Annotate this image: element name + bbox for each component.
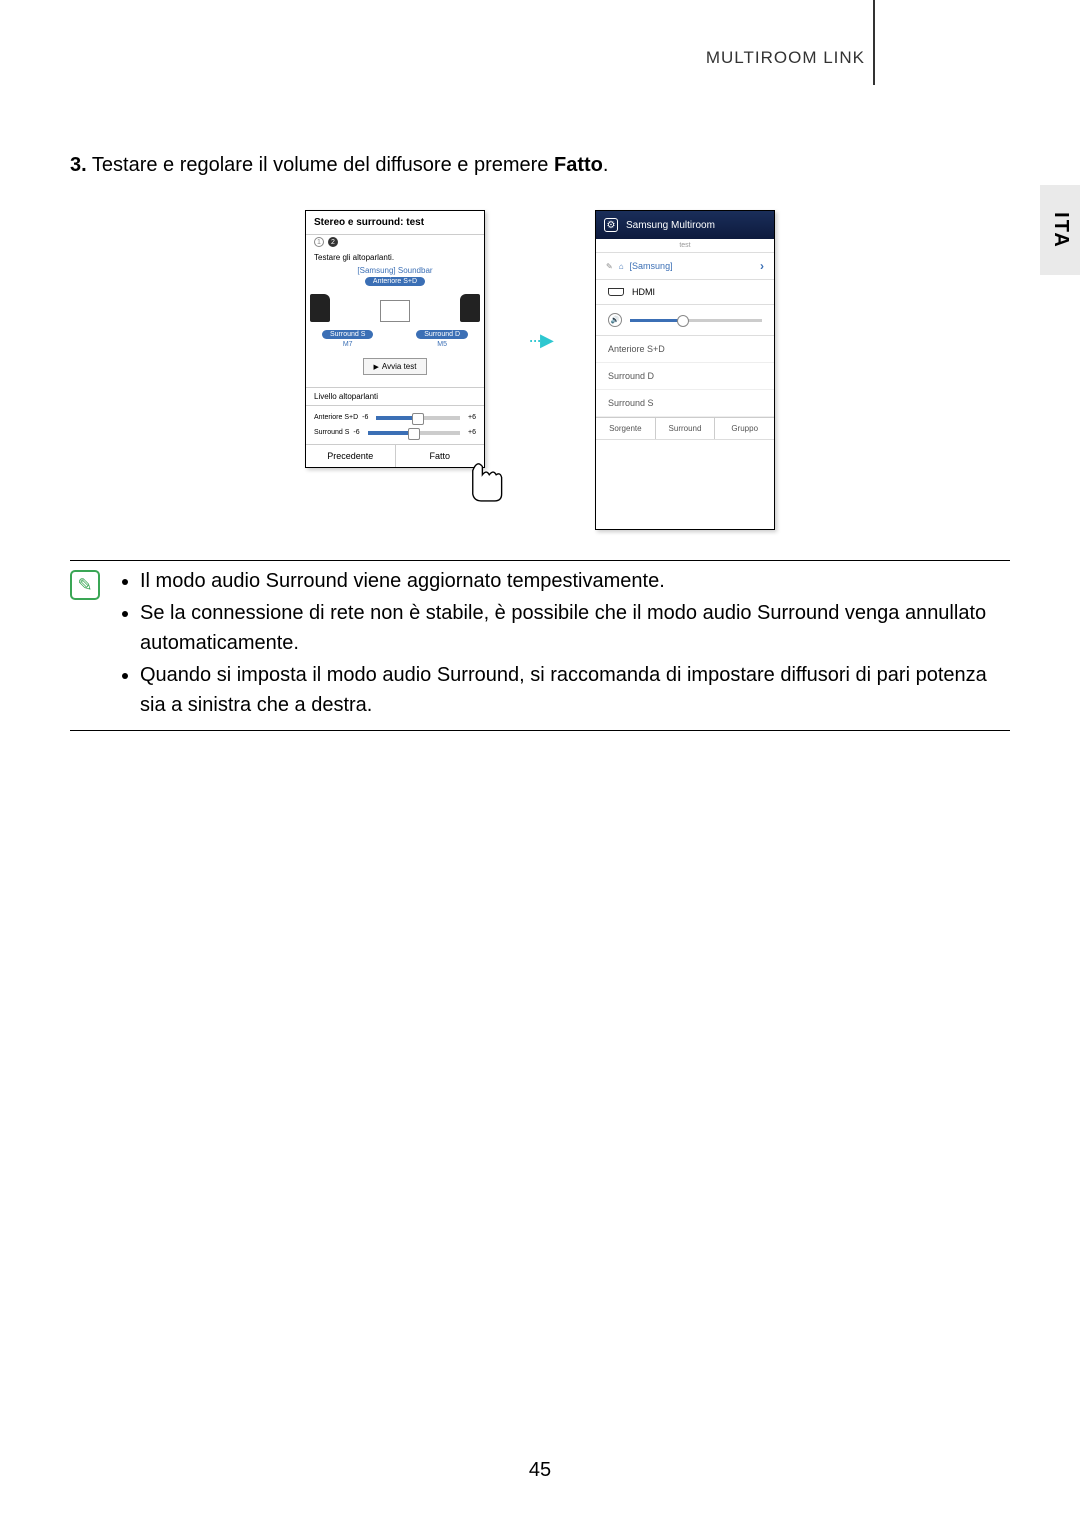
- p1-slider2-label: Surround S: [314, 429, 349, 436]
- chevron-right-icon[interactable]: ›: [760, 259, 764, 273]
- note-2: Se la connessione di rete non è stabile,…: [140, 598, 1010, 658]
- tab-sorgente[interactable]: Sorgente: [596, 418, 656, 439]
- p1-step-icons: 12: [306, 235, 484, 249]
- arrow-icon: ···▶: [525, 210, 555, 351]
- note-3: Quando si imposta il modo audio Surround…: [140, 660, 1010, 720]
- p2-group-row[interactable]: ✎ ⌂ [Samsung] ›: [596, 253, 774, 280]
- p1-level-label: Livello altoparlanti: [306, 387, 484, 405]
- volume-slider[interactable]: [630, 319, 762, 322]
- tab-surround[interactable]: Surround: [656, 418, 716, 439]
- screenshot-row: Stereo e surround: test 12 Testare gli a…: [70, 210, 1010, 530]
- p1-pill-surround-s[interactable]: Surround S: [322, 330, 373, 339]
- p1-soundbar-link[interactable]: [Samsung] Soundbar: [310, 266, 480, 275]
- speaker-left-icon: [310, 294, 330, 322]
- note-list: Il modo audio Surround viene aggiornato …: [120, 566, 1010, 722]
- volume-icon: 🔊: [608, 313, 622, 327]
- p1-slider2-min: -6: [353, 429, 359, 436]
- step-bold: Fatto: [554, 154, 603, 176]
- p2-list-1[interactable]: Surround D: [596, 363, 774, 390]
- p1-m7: M7: [320, 341, 375, 348]
- p2-volume-row[interactable]: 🔊: [596, 305, 774, 336]
- tab-gruppo[interactable]: Gruppo: [715, 418, 774, 439]
- p1-subtitle: Testare gli altoparlanti.: [306, 249, 484, 262]
- note-box: ✎ Il modo audio Surround viene aggiornat…: [70, 560, 1010, 731]
- hdmi-icon: [608, 288, 624, 296]
- note-icon: ✎: [70, 570, 100, 600]
- p2-title: Samsung Multiroom: [626, 220, 715, 231]
- note-1: Il modo audio Surround viene aggiornato …: [140, 566, 1010, 596]
- step-3: 3. Testare e regolare il volume del diff…: [70, 150, 1010, 180]
- page-number: 45: [0, 1459, 1080, 1482]
- step-text-b: .: [603, 154, 609, 176]
- language-tab: ITA: [1040, 185, 1080, 275]
- section-header: MULTIROOM LINK: [706, 48, 865, 68]
- settings-icon[interactable]: ⚙: [604, 218, 618, 232]
- edit-icon[interactable]: ✎: [606, 262, 613, 271]
- tv-icon: [380, 300, 410, 322]
- p1-slider-1[interactable]: Anteriore S+D -6 +6: [314, 410, 476, 425]
- step-number: 3.: [70, 154, 87, 176]
- header-divider: [873, 0, 875, 85]
- p2-list-2[interactable]: Surround S: [596, 390, 774, 417]
- step-text-a: Testare e regolare il volume del diffuso…: [92, 154, 554, 176]
- p1-slider2-max: +6: [468, 429, 476, 436]
- p2-hdmi-row[interactable]: HDMI: [596, 280, 774, 305]
- p2-hdmi-label: HDMI: [632, 287, 655, 297]
- p2-sub: test: [596, 239, 774, 253]
- speaker-right-icon: [460, 294, 480, 322]
- p1-pill-surround-d[interactable]: Surround D: [416, 330, 468, 339]
- p1-m5: M5: [414, 341, 470, 348]
- precedente-button[interactable]: Precedente: [306, 445, 396, 467]
- language-code: ITA: [1048, 212, 1071, 249]
- avvia-test-button[interactable]: Avvia test: [363, 358, 428, 375]
- p1-slider1-min: -6: [362, 414, 368, 421]
- p2-group-label: [Samsung]: [630, 261, 673, 271]
- hand-pointer-icon: [459, 450, 514, 505]
- p1-slider1-label: Anteriore S+D: [314, 414, 358, 421]
- p1-slider1-max: +6: [468, 414, 476, 421]
- phone-screen-1: Stereo e surround: test 12 Testare gli a…: [305, 210, 485, 468]
- phone-screen-2: ⚙ Samsung Multiroom test ✎ ⌂ [Samsung] ›…: [595, 210, 775, 530]
- p1-pill-front[interactable]: Anteriore S+D: [365, 277, 425, 286]
- p1-title: Stereo e surround: test: [306, 211, 484, 235]
- p2-blank-area: [596, 439, 774, 529]
- p2-list-0[interactable]: Anteriore S+D: [596, 336, 774, 363]
- soundbar-mini-icon: ⌂: [619, 262, 624, 271]
- p1-slider-2[interactable]: Surround S -6 +6: [314, 425, 476, 440]
